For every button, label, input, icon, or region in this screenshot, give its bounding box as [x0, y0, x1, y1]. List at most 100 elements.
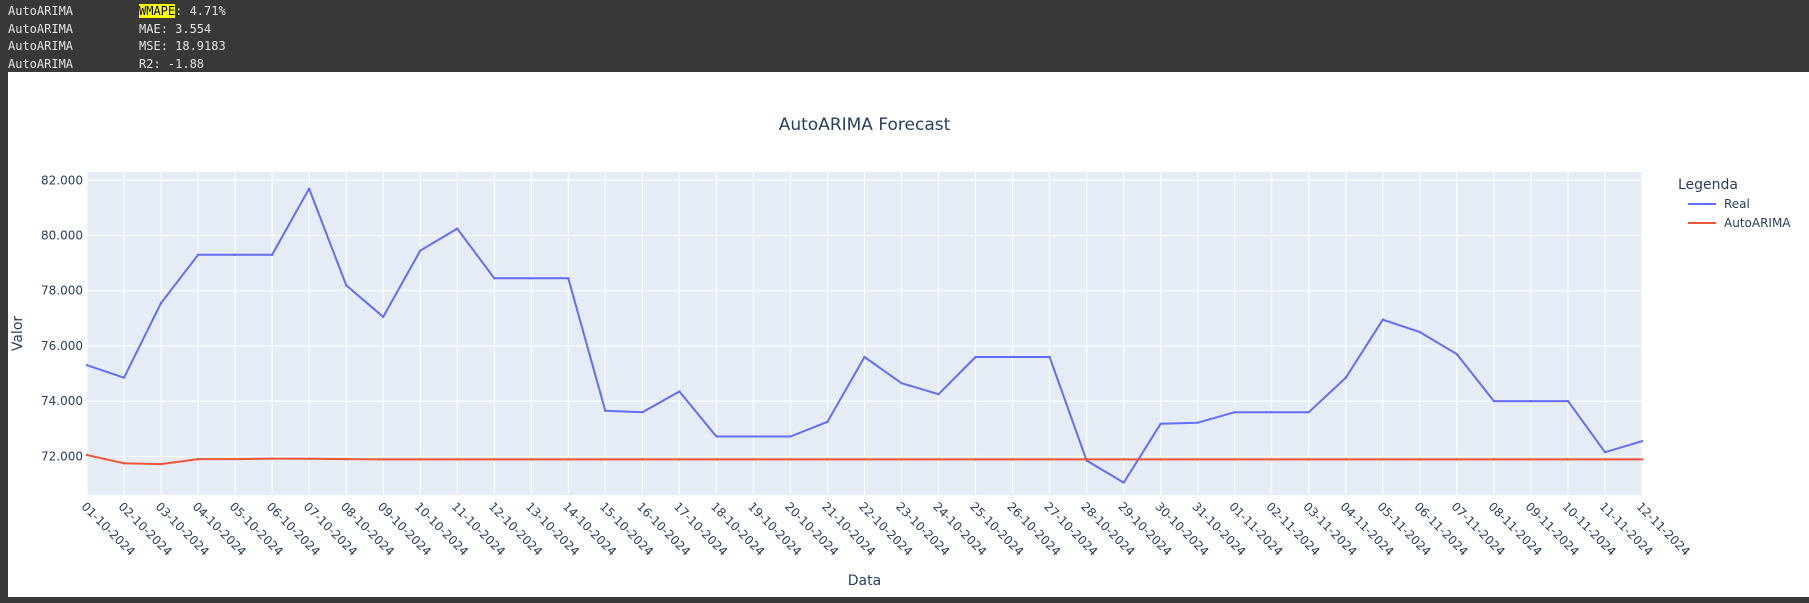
console-metric-value: : -1.88 [153, 56, 205, 71]
data-point-real [1566, 399, 1570, 403]
data-point-real [1307, 410, 1310, 414]
data-point-autoarima [1159, 458, 1162, 461]
console-output: AutoARIMA WMAPE: 4.71% AutoARIMA MAE: 3.554… [0, 0, 1809, 72]
console-metric-value: : 4.71% [175, 4, 226, 18]
data-point-real [1529, 399, 1533, 403]
data-point-autoarima [1603, 458, 1607, 461]
data-point-real [900, 381, 903, 385]
data-point-real [1603, 451, 1607, 454]
y-tick-label: 82.000 [41, 173, 83, 187]
legend-label-autoarima: AutoARIMA [1724, 216, 1791, 230]
data-point-real [85, 364, 89, 367]
console-model-name: AutoARIMA [8, 21, 74, 36]
data-point-real [715, 435, 718, 438]
data-point-autoarima [1307, 458, 1310, 461]
data-point-autoarima [233, 457, 237, 461]
data-point-real [270, 253, 274, 257]
data-point-autoarima [270, 457, 274, 460]
data-point-real [826, 420, 829, 424]
data-point-real [678, 390, 681, 393]
data-point-real [1640, 439, 1644, 443]
data-point-autoarima [1492, 458, 1496, 461]
data-point-real [159, 301, 163, 305]
data-point-autoarima [1048, 458, 1051, 461]
legend-label-real: Real [1724, 197, 1750, 211]
data-point-real [1344, 376, 1348, 379]
console-line: AutoARIMA WMAPE: 4.71% [8, 3, 226, 20]
console-metric-name: R2 [139, 56, 154, 71]
data-point-autoarima [937, 458, 940, 461]
data-point-autoarima [604, 458, 607, 461]
data-point-autoarima [493, 458, 496, 461]
data-point-autoarima [456, 458, 459, 461]
data-point-real [1159, 422, 1162, 425]
data-point-real [974, 355, 977, 359]
data-point-real [493, 277, 496, 280]
data-point-real [233, 253, 237, 257]
data-point-real [381, 315, 385, 319]
data-point-autoarima [567, 458, 570, 461]
data-point-autoarima [159, 462, 163, 466]
console-model-name: AutoARIMA [8, 56, 74, 71]
data-point-autoarima [1566, 458, 1570, 461]
data-point-autoarima [344, 457, 348, 461]
data-point-autoarima [641, 458, 644, 461]
console-model-name: AutoARIMA [8, 4, 74, 18]
data-point-autoarima [381, 458, 385, 461]
data-point-autoarima [1455, 458, 1459, 461]
y-tick-label: 76.000 [41, 339, 83, 353]
data-point-real [1196, 421, 1199, 424]
y-tick-label: 78.000 [41, 284, 83, 298]
console-line: AutoARIMA R2: -1.88 [8, 56, 204, 73]
data-point-real [1381, 318, 1385, 321]
x-axis-title: Data [848, 573, 881, 589]
y-tick-label: 74.000 [41, 394, 83, 408]
data-point-real [456, 227, 459, 230]
data-point-autoarima [715, 458, 718, 461]
console-metric-value: : 3.554 [160, 21, 212, 36]
data-point-autoarima [419, 458, 422, 461]
data-point-autoarima [826, 458, 829, 461]
data-point-autoarima [1529, 458, 1533, 461]
plot-container: 72.000 74.000 76.000 78.000 80.000 82.000 01-1… [8, 72, 1809, 597]
console-metric-value: : 18.9183 [160, 39, 226, 53]
data-point-real [344, 283, 348, 287]
data-point-real [419, 249, 422, 252]
data-point-real [567, 277, 570, 280]
chart-title: AutoARIMA Forecast [779, 115, 951, 135]
data-point-real [604, 409, 607, 412]
console-line: AutoARIMA MAE: 3.554 [8, 21, 211, 38]
data-point-real [937, 393, 940, 396]
data-point-real [307, 187, 311, 190]
data-point-autoarima [974, 458, 977, 461]
data-point-autoarima [678, 458, 681, 461]
console-metric-name: MSE [139, 39, 161, 53]
data-point-autoarima [1418, 458, 1422, 461]
data-point-real [1492, 399, 1496, 403]
data-point-autoarima [85, 453, 89, 457]
data-point-autoarima [900, 458, 903, 461]
data-point-real [1418, 330, 1422, 334]
data-point-real [122, 376, 126, 379]
data-point-autoarima [1085, 458, 1088, 461]
data-point-real [1455, 353, 1459, 356]
data-point-autoarima [1344, 458, 1348, 461]
y-tick-label: 80.000 [41, 228, 83, 242]
console-model-name: AutoARIMA [8, 39, 74, 53]
data-point-real [530, 277, 533, 280]
legend-title: Legenda [1678, 177, 1738, 193]
data-point-real [1233, 410, 1236, 414]
data-point-real [1011, 355, 1014, 359]
data-point-autoarima [752, 458, 755, 461]
console-metric-name: WMAPE [139, 4, 176, 18]
data-point-real [196, 253, 200, 257]
console-metric-name: MAE [139, 21, 161, 36]
data-point-real [752, 435, 755, 438]
data-point-autoarima [530, 458, 533, 461]
data-point-real [1122, 481, 1125, 484]
data-point-real [1270, 410, 1273, 414]
data-point-autoarima [196, 457, 200, 461]
data-point-real [1048, 355, 1051, 359]
data-point-autoarima [1011, 458, 1014, 461]
data-point-autoarima [1270, 458, 1273, 461]
